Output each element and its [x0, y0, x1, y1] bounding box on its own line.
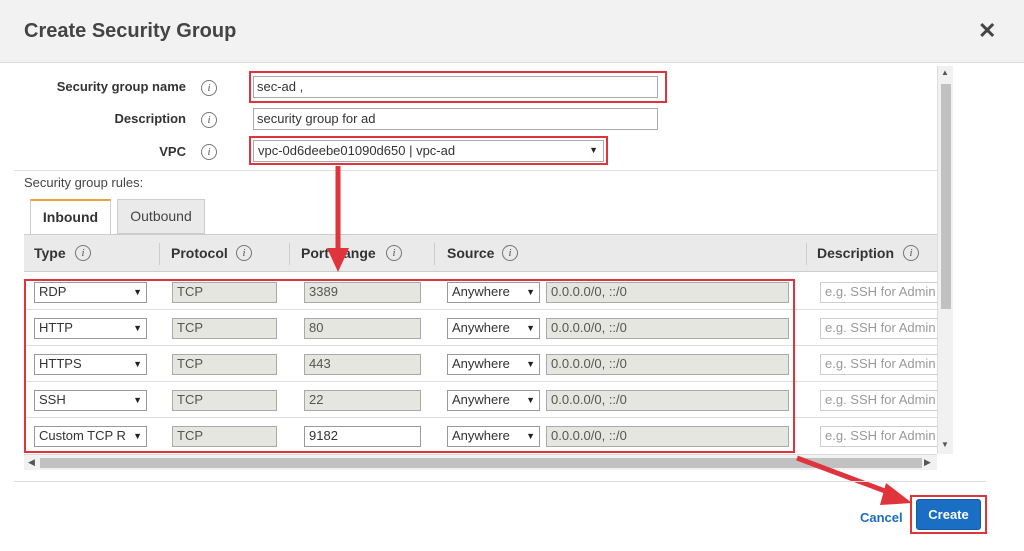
column-header-protocol: Protocol	[161, 235, 228, 272]
column-separator	[159, 243, 160, 265]
scroll-up-icon[interactable]: ▲	[941, 68, 949, 77]
annotation-highlight-name	[249, 71, 667, 103]
info-icon[interactable]: i	[201, 144, 217, 160]
column-header-port-range-label: Port Range	[301, 245, 376, 261]
scrollbar-thumb[interactable]	[40, 458, 922, 468]
vpc-label: VPC	[159, 144, 186, 159]
column-header-type: Type	[24, 235, 66, 272]
annotation-highlight-rules	[24, 279, 795, 453]
vertical-scrollbar[interactable]: ▲ ▼	[937, 66, 953, 454]
rule-description-input[interactable]: e.g. SSH for Admin	[820, 390, 937, 411]
tab-inbound[interactable]: Inbound	[30, 199, 111, 234]
info-icon[interactable]: i	[201, 112, 217, 128]
rule-description-input[interactable]: e.g. SSH for Admin	[820, 426, 937, 447]
divider	[14, 170, 937, 171]
info-icon[interactable]: i	[502, 245, 518, 261]
column-header-source-label: Source	[447, 245, 495, 261]
scroll-down-icon[interactable]: ▼	[941, 440, 949, 449]
description-input[interactable]: security group for ad	[253, 108, 658, 130]
column-header-protocol-label: Protocol	[171, 245, 228, 261]
scrollbar-thumb[interactable]	[941, 84, 951, 309]
rule-description-input[interactable]: e.g. SSH for Admin	[820, 282, 937, 303]
rule-description-input[interactable]: e.g. SSH for Admin	[820, 318, 937, 339]
column-header-description: Description	[807, 235, 894, 272]
table-header: Type i Protocol i Port Range i Source i …	[24, 235, 937, 272]
tab-outbound[interactable]: Outbound	[117, 199, 205, 234]
dialog-header: Create Security Group ✕	[0, 0, 1024, 63]
column-header-type-label: Type	[34, 245, 66, 261]
description-label: Description	[114, 111, 186, 126]
column-header-description-label: Description	[817, 245, 895, 261]
info-icon[interactable]: i	[75, 245, 91, 261]
rule-description-input[interactable]: e.g. SSH for Admin	[820, 354, 937, 375]
create-security-group-dialog: Create Security Group ✕ Security group n…	[0, 0, 1024, 551]
scroll-right-icon[interactable]: ▶	[924, 457, 931, 468]
cancel-button[interactable]: Cancel	[860, 510, 903, 525]
column-header-source: Source	[437, 235, 494, 272]
footer-divider	[14, 481, 986, 482]
security-group-name-label: Security group name	[56, 79, 186, 94]
column-separator	[434, 243, 435, 265]
close-icon[interactable]: ✕	[978, 20, 996, 42]
horizontal-scrollbar[interactable]: ◀ ▶	[24, 454, 937, 470]
column-header-port-range: Port Range	[291, 235, 376, 272]
dialog-title: Create Security Group	[24, 20, 237, 42]
column-separator	[289, 243, 290, 265]
security-group-rules-label: Security group rules:	[24, 175, 144, 190]
annotation-highlight-vpc	[249, 136, 608, 165]
scroll-left-icon[interactable]: ◀	[28, 457, 35, 468]
info-icon[interactable]: i	[386, 245, 402, 261]
create-button[interactable]: Create	[916, 499, 981, 530]
info-icon[interactable]: i	[903, 245, 919, 261]
info-icon[interactable]: i	[236, 245, 252, 261]
info-icon[interactable]: i	[201, 80, 217, 96]
